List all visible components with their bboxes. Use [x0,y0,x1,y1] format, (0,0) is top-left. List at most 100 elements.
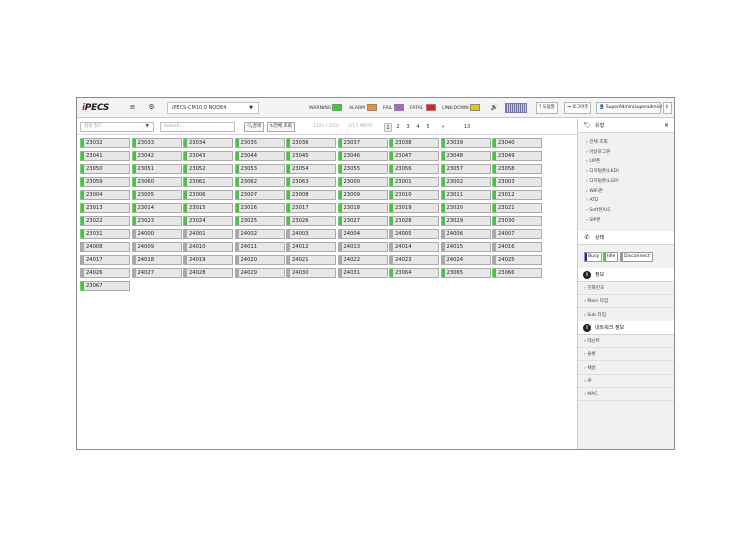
extension-button[interactable]: 24009 [131,242,182,252]
extension-button[interactable]: 24022 [337,255,388,265]
type-item[interactable]: › 전체 조회 [586,139,608,146]
extension-button[interactable]: 24004 [337,229,388,239]
extension-button[interactable]: 23008 [286,190,336,200]
info-item[interactable]: › Sub 타입 [578,309,674,322]
extension-button[interactable]: 23004 [80,190,130,200]
extension-button[interactable]: 24010 [183,242,233,252]
extension-button[interactable]: 24020 [234,255,285,265]
extension-button[interactable]: 24030 [286,268,336,278]
status-busy-button[interactable]: Busy [584,252,603,262]
extension-button[interactable]: 23023 [131,216,182,226]
extension-button[interactable]: 23029 [440,216,491,226]
extension-button[interactable]: 23019 [389,203,439,213]
type-item[interactable]: › LIP폰 [586,158,600,165]
alarm-indicator-warning[interactable] [332,104,342,111]
network-item[interactable]: › 테넌트 [578,335,674,348]
extension-button[interactable]: 24014 [389,242,439,252]
page-next[interactable]: » [439,123,447,132]
extension-button[interactable]: 23018 [337,203,388,213]
page-last[interactable]: 13 [461,123,473,132]
info-item[interactable]: › 전화번호 [578,282,674,295]
extension-button[interactable]: 23064 [389,268,439,278]
type-item[interactable]: › SIP폰 [586,217,601,224]
logout-button[interactable]: ⇥ 로그아웃 [564,102,592,114]
extension-button[interactable]: 23031 [80,229,130,239]
extension-button[interactable]: 23010 [389,190,439,200]
extension-button[interactable]: 24007 [492,229,542,239]
extension-button[interactable]: 24006 [440,229,491,239]
extension-button[interactable]: 24027 [131,268,182,278]
extension-button[interactable]: 23057 [440,164,491,174]
extension-button[interactable]: 23000 [337,177,388,187]
extension-button[interactable]: 23051 [131,164,182,174]
page-3[interactable]: 3 [404,123,412,132]
extension-button[interactable]: 23054 [286,164,336,174]
extension-button[interactable]: 24015 [440,242,491,252]
extension-button[interactable]: 23045 [286,151,336,161]
extension-button[interactable]: 23058 [492,164,542,174]
extension-button[interactable]: 23056 [389,164,439,174]
extension-button[interactable]: 24023 [389,255,439,265]
extension-button[interactable]: 23034 [183,138,233,148]
extension-button[interactable]: 23060 [131,177,182,187]
extension-button[interactable]: 24003 [286,229,336,239]
extension-button[interactable]: 24013 [337,242,388,252]
extension-button[interactable]: 23024 [183,216,233,226]
user-expand-button[interactable]: ⇕ [663,102,672,114]
extension-button[interactable]: 23002 [440,177,491,187]
search-input[interactable]: Search... [160,122,235,132]
type-item[interactable]: › ATD [586,197,598,204]
extension-button[interactable]: 23016 [234,203,285,213]
extension-button[interactable]: 23036 [286,138,336,148]
extension-button[interactable]: 23062 [234,177,285,187]
extension-button[interactable]: 23049 [492,151,542,161]
page-5[interactable]: 5 [424,123,432,132]
extension-button[interactable]: 24026 [80,268,130,278]
extension-button[interactable]: 24011 [234,242,285,252]
extension-button[interactable]: 24018 [131,255,182,265]
extension-button[interactable]: 23009 [337,190,388,200]
extension-button[interactable]: 23052 [183,164,233,174]
extension-button[interactable]: 23050 [80,164,130,174]
user-button[interactable]: 👤 SuperAdmin(superadmin) [596,102,662,114]
network-item[interactable]: › 슬롯 [578,348,674,362]
extension-button[interactable]: 23022 [80,216,130,226]
extension-button[interactable]: 24012 [286,242,336,252]
status-idle-button[interactable]: Idle [603,252,619,262]
type-item[interactable]: › Soft폰/UC [586,207,611,214]
page-2[interactable]: 2 [394,123,402,132]
page-1[interactable]: 1 [384,123,392,132]
extension-button[interactable]: 23067 [80,281,130,291]
extension-button[interactable]: 23044 [234,151,285,161]
extension-button[interactable]: 23007 [234,190,285,200]
info-item[interactable]: › Main 타입 [578,295,674,309]
extension-button[interactable]: 24016 [492,242,542,252]
extension-button[interactable]: 23053 [234,164,285,174]
extension-button[interactable]: 24031 [337,268,388,278]
extension-button[interactable]: 24005 [389,229,439,239]
extension-button[interactable]: 23025 [234,216,285,226]
alarm-indicator-alarm[interactable] [367,104,377,111]
extension-button[interactable]: 24019 [183,255,233,265]
extension-button[interactable]: 24001 [183,229,233,239]
menu-icon[interactable]: ≡ [128,103,137,112]
alarm-indicator-link-down[interactable] [470,104,480,111]
extension-button[interactable]: 23039 [440,138,491,148]
page-4[interactable]: 4 [414,123,422,132]
node-select[interactable]: iPECS-CM10.0 NODE4 ▼ [167,102,259,114]
search-field-select[interactable]: 검색 필드 ▼ [80,122,154,132]
extension-button[interactable]: 23015 [183,203,233,213]
extension-button[interactable]: 23032 [80,138,130,148]
extension-button[interactable]: 23027 [337,216,388,226]
extension-button[interactable]: 23030 [492,216,542,226]
extension-button[interactable]: 23047 [389,151,439,161]
view-all-button[interactable]: ↻전체 조회 [267,122,295,132]
status-disconnect-button[interactable]: Disconnect [620,252,653,262]
extension-button[interactable]: 23063 [286,177,336,187]
extension-button[interactable]: 23013 [80,203,130,213]
extension-button[interactable]: 24021 [286,255,336,265]
search-button[interactable]: 🔍검색 [244,122,264,132]
extension-button[interactable]: 24008 [80,242,130,252]
extension-button[interactable]: 23042 [131,151,182,161]
extension-button[interactable]: 23059 [80,177,130,187]
